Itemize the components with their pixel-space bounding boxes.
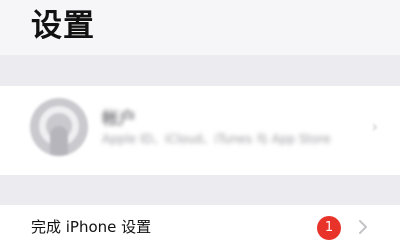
page-title: 设置 xyxy=(31,8,95,44)
finish-setup-cell[interactable]: 完成 iPhone 设置 1 xyxy=(0,205,400,250)
chevron-right-icon xyxy=(359,220,367,234)
section-gap xyxy=(0,55,400,86)
account-name: 帐户 xyxy=(102,109,136,129)
chevron-right-icon: › xyxy=(371,117,378,136)
account-subtitle: Apple ID、iCloud、iTunes 与 App Store xyxy=(102,132,331,146)
notification-badge: 1 xyxy=(317,216,341,240)
apple-id-account-cell[interactable]: 帐户 Apple ID、iCloud、iTunes 与 App Store › xyxy=(0,86,400,175)
section-gap xyxy=(0,175,400,205)
navigation-header: 设置 xyxy=(0,0,400,55)
person-avatar-icon xyxy=(30,98,88,156)
finish-setup-label: 完成 iPhone 设置 xyxy=(31,218,152,236)
